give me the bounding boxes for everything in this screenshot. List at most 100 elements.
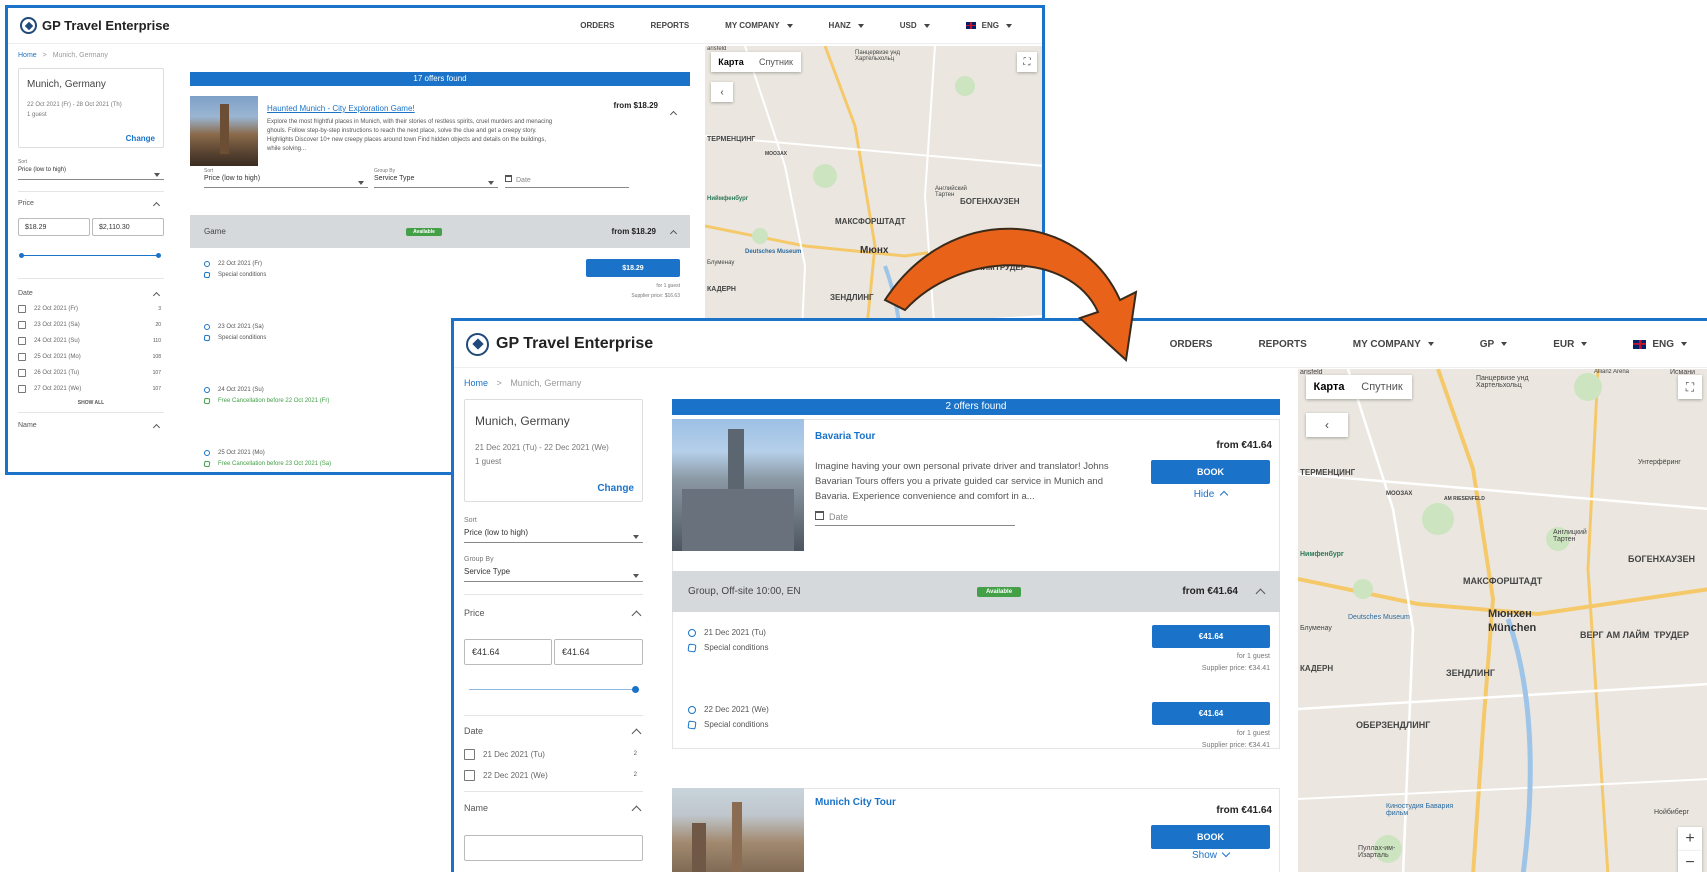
nav-company[interactable]: MY COMPANY	[1353, 339, 1434, 350]
select-price-button[interactable]: €41.64	[1152, 702, 1270, 725]
search-city: Munich, Germany	[27, 79, 106, 90]
nav-orders[interactable]: ORDERS	[1170, 339, 1213, 350]
offer-sort-select[interactable]: Price (low to high)	[204, 175, 368, 188]
hide-toggle-label: Hide	[1193, 489, 1215, 500]
map[interactable]: Карта Спутник ⛶ ‹ + − arisfeld Панцервиз…	[1298, 369, 1707, 872]
availability-date-text: 24 Oct 2021 (Su)	[218, 387, 264, 393]
change-search-button[interactable]: Change	[597, 483, 634, 494]
checkbox[interactable]	[464, 748, 475, 760]
collapse-icon[interactable]	[1255, 588, 1266, 599]
service-group-header[interactable]: Game Available from $18.29	[190, 215, 690, 248]
offer-title-link[interactable]: Haunted Munich - City Exploration Game!	[267, 104, 415, 113]
price-slider-handle[interactable]	[632, 686, 639, 693]
price-max-input[interactable]: $2,110.30	[92, 218, 164, 236]
change-search-button[interactable]: Change	[126, 134, 155, 143]
offer-title-link[interactable]: Bavaria Tour	[815, 431, 875, 442]
nav-user[interactable]: GP	[1479, 338, 1508, 350]
zoom-in-button[interactable]: +	[1678, 827, 1702, 851]
collapse-icon[interactable]	[631, 728, 642, 739]
offer-image[interactable]	[672, 419, 804, 551]
date-filter-item[interactable]: 22 Dec 2021 (We) 2	[464, 769, 637, 781]
book-button[interactable]: BOOK	[1151, 460, 1270, 484]
nav-orders[interactable]: ORDERS	[580, 21, 614, 30]
date-filter-item[interactable]: 22 Oct 2021 (Fr) 3	[18, 304, 161, 314]
results-count-bar: 17 offers found	[190, 72, 690, 86]
sort-select[interactable]: Price (low to high)	[464, 528, 643, 543]
date-filter-item[interactable]: 26 Oct 2021 (Tu) 107	[18, 368, 161, 378]
price-slider-track	[22, 255, 160, 256]
map-label: Deutsches Museum	[1348, 614, 1410, 621]
date-filter-item[interactable]: 24 Oct 2021 (Su) 110	[18, 336, 161, 346]
checkbox[interactable]	[18, 337, 26, 345]
map-tab-map[interactable]: Карта	[711, 52, 751, 72]
checkbox[interactable]	[18, 321, 26, 329]
hide-toggle[interactable]: Hide	[1151, 489, 1270, 500]
nav-language[interactable]: ENG	[1633, 339, 1687, 350]
price-min-value: $18.29	[25, 223, 47, 231]
price-min-input[interactable]: $18.29	[18, 218, 90, 236]
logo[interactable]: GP Travel Enterprise	[466, 332, 653, 356]
offer-date-input[interactable]: Date	[815, 511, 1015, 526]
zoom-out-button[interactable]: −	[1678, 851, 1702, 872]
breadcrumb-home[interactable]: Home	[464, 378, 488, 388]
offer-image[interactable]	[190, 96, 258, 166]
calendar-icon	[815, 511, 824, 520]
offer-image[interactable]	[672, 788, 804, 872]
breadcrumb-home[interactable]: Home	[18, 52, 37, 59]
map-label: БОГЕНХАУЗЕН	[960, 197, 1020, 206]
fullscreen-icon[interactable]: ⛶	[1678, 375, 1702, 399]
nav-reports[interactable]: REPORTS	[651, 21, 690, 30]
offer-title-link[interactable]: Munich City Tour	[815, 797, 896, 808]
nav-reports[interactable]: REPORTS	[1258, 339, 1306, 350]
map-tab-map[interactable]: Карта	[1306, 375, 1352, 399]
offer-date-input[interactable]: Date	[505, 175, 629, 188]
price-slider-max-handle[interactable]	[156, 253, 161, 258]
price-max-value: €41.64	[562, 647, 590, 657]
date-filter-item[interactable]: 23 Oct 2021 (Sa) 20	[18, 320, 161, 330]
collapse-map-button[interactable]: ‹	[1306, 413, 1348, 437]
offer-group-select[interactable]: Service Type	[374, 175, 498, 188]
collapse-icon[interactable]	[152, 291, 161, 300]
nav-currency-label: USD	[899, 21, 917, 30]
date-filter-item[interactable]: 27 Oct 2021 (We) 107	[18, 384, 161, 394]
nav-currency[interactable]: EUR	[1553, 339, 1588, 350]
logo[interactable]: GP Travel Enterprise	[20, 17, 170, 34]
select-price-button[interactable]: €41.64	[1152, 625, 1270, 648]
collapse-icon[interactable]	[152, 201, 161, 210]
info-icon	[204, 387, 210, 393]
collapse-icon[interactable]	[669, 110, 678, 119]
nav-user[interactable]: HANZ	[829, 21, 864, 30]
nav-user-label: GP	[1479, 338, 1495, 350]
collapse-icon[interactable]	[669, 229, 678, 238]
map-tab-satellite[interactable]: Спутник	[1352, 375, 1412, 399]
show-all-button[interactable]: SHOW ALL	[18, 400, 164, 406]
map-label: Нойбиберг	[1654, 809, 1690, 816]
offer-date-placeholder: Date	[829, 512, 849, 522]
service-group-header[interactable]: Group, Off-site 10:00, EN Available from…	[672, 571, 1280, 612]
date-filter-item[interactable]: 25 Oct 2021 (Mo) 108	[18, 352, 161, 362]
date-filter-item[interactable]: 21 Dec 2021 (Tu) 2	[464, 748, 637, 760]
collapse-icon[interactable]	[631, 610, 642, 621]
collapse-icon[interactable]	[152, 423, 161, 432]
group-by-select[interactable]: Service Type	[464, 567, 643, 582]
checkbox[interactable]	[18, 305, 26, 313]
nav-company[interactable]: MY COMPANY	[725, 21, 793, 30]
sort-select[interactable]: Price (low to high)	[18, 167, 164, 180]
show-toggle[interactable]: Show	[1151, 848, 1270, 861]
fullscreen-icon[interactable]: ⛶	[1017, 52, 1037, 72]
collapse-map-button[interactable]: ‹	[711, 82, 733, 102]
select-price-button[interactable]: $18.29	[586, 259, 680, 277]
checkbox[interactable]	[18, 369, 26, 377]
price-max-input[interactable]: €41.64	[554, 639, 643, 665]
book-button[interactable]: BOOK	[1151, 825, 1270, 849]
price-min-input[interactable]: €41.64	[464, 639, 552, 665]
checkbox[interactable]	[18, 385, 26, 393]
name-search-input[interactable]	[464, 835, 643, 861]
checkbox[interactable]	[18, 353, 26, 361]
nav-currency[interactable]: USD	[900, 21, 930, 30]
price-slider-min-handle[interactable]	[19, 253, 24, 258]
map-tab-satellite[interactable]: Спутник	[751, 52, 801, 72]
nav-language[interactable]: ENG	[965, 21, 1012, 30]
collapse-icon[interactable]	[631, 805, 642, 816]
checkbox[interactable]	[464, 769, 475, 781]
